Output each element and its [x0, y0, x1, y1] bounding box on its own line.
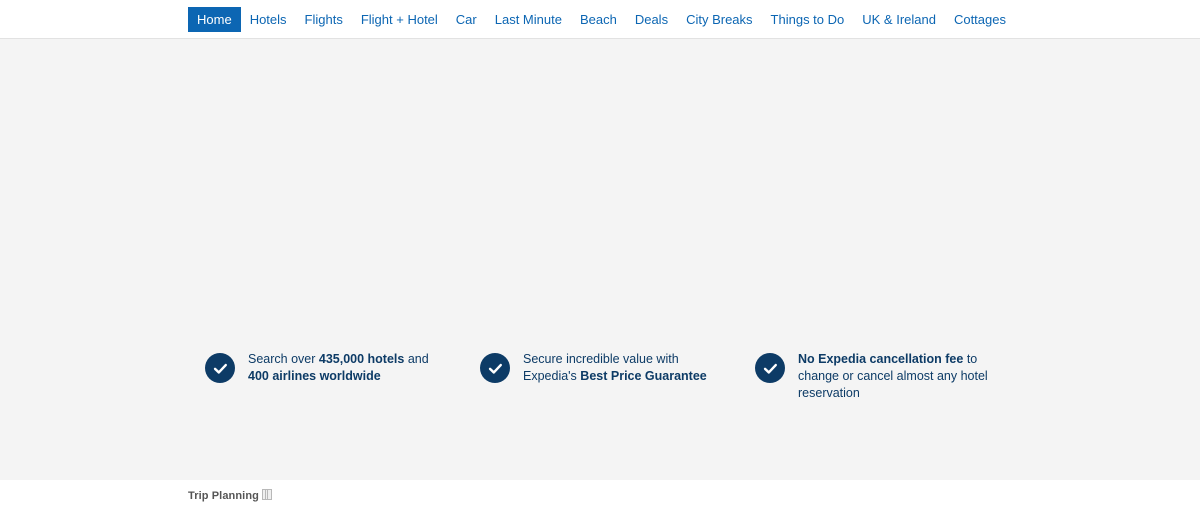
- value-proposition-text-part: 400 airlines worldwide: [248, 369, 381, 383]
- value-proposition-text-part: No Expedia cancellation fee: [798, 352, 964, 366]
- value-proposition-text-part: Search over: [248, 352, 319, 366]
- site-header: Home Hotels Flights Flight + Hotel Car Last M…: [0, 0, 1200, 39]
- nav-item-uk-ireland[interactable]: UK & Ireland: [853, 7, 945, 32]
- value-proposition-item: No Expedia cancellation fee to change or…: [755, 351, 1030, 402]
- value-proposition-text: No Expedia cancellation fee to change or…: [798, 351, 988, 402]
- nav-item-things-to-do[interactable]: Things to Do: [762, 7, 854, 32]
- nav-item-beach[interactable]: Beach: [571, 7, 626, 32]
- value-proposition-text-part: and: [404, 352, 429, 366]
- nav-item-cottages[interactable]: Cottages: [945, 7, 1015, 32]
- check-circle-icon: [480, 353, 510, 383]
- hero-stage: Search over 435,000 hotels and 400 airli…: [0, 39, 1200, 480]
- footer-heading-label: Trip Planning: [188, 490, 259, 502]
- nav-item-home[interactable]: Home: [188, 7, 241, 32]
- nav-item-city-breaks[interactable]: City Breaks: [677, 7, 761, 32]
- value-proposition-text-part: Best Price Guarantee: [580, 369, 707, 383]
- nav-item-flight-hotel[interactable]: Flight + Hotel: [352, 7, 447, 32]
- value-proposition-text-part: 435,000 hotels: [318, 352, 405, 366]
- value-proposition-text: Secure incredible value with Expedia's B…: [523, 351, 713, 385]
- footer-section-heading: Trip Planning: [188, 489, 272, 502]
- check-circle-icon: [205, 353, 235, 383]
- check-circle-icon: [755, 353, 785, 383]
- primary-navigation: Home Hotels Flights Flight + Hotel Car Last M…: [188, 0, 1015, 39]
- value-proposition-item: Search over 435,000 hotels and 400 airli…: [205, 351, 480, 402]
- nav-item-hotels[interactable]: Hotels: [241, 7, 296, 32]
- site-footer: Trip Planning: [0, 480, 1200, 505]
- value-proposition-item: Secure incredible value with Expedia's B…: [480, 351, 755, 402]
- value-proposition-text: Search over 435,000 hotels and 400 airli…: [248, 351, 438, 385]
- nav-item-flights[interactable]: Flights: [296, 7, 352, 32]
- nav-item-deals[interactable]: Deals: [626, 7, 677, 32]
- value-proposition-list: Search over 435,000 hotels and 400 airli…: [0, 351, 1200, 402]
- missing-glyph-box-icon: [261, 489, 272, 500]
- nav-item-last-minute[interactable]: Last Minute: [486, 7, 571, 32]
- nav-item-car[interactable]: Car: [447, 7, 486, 32]
